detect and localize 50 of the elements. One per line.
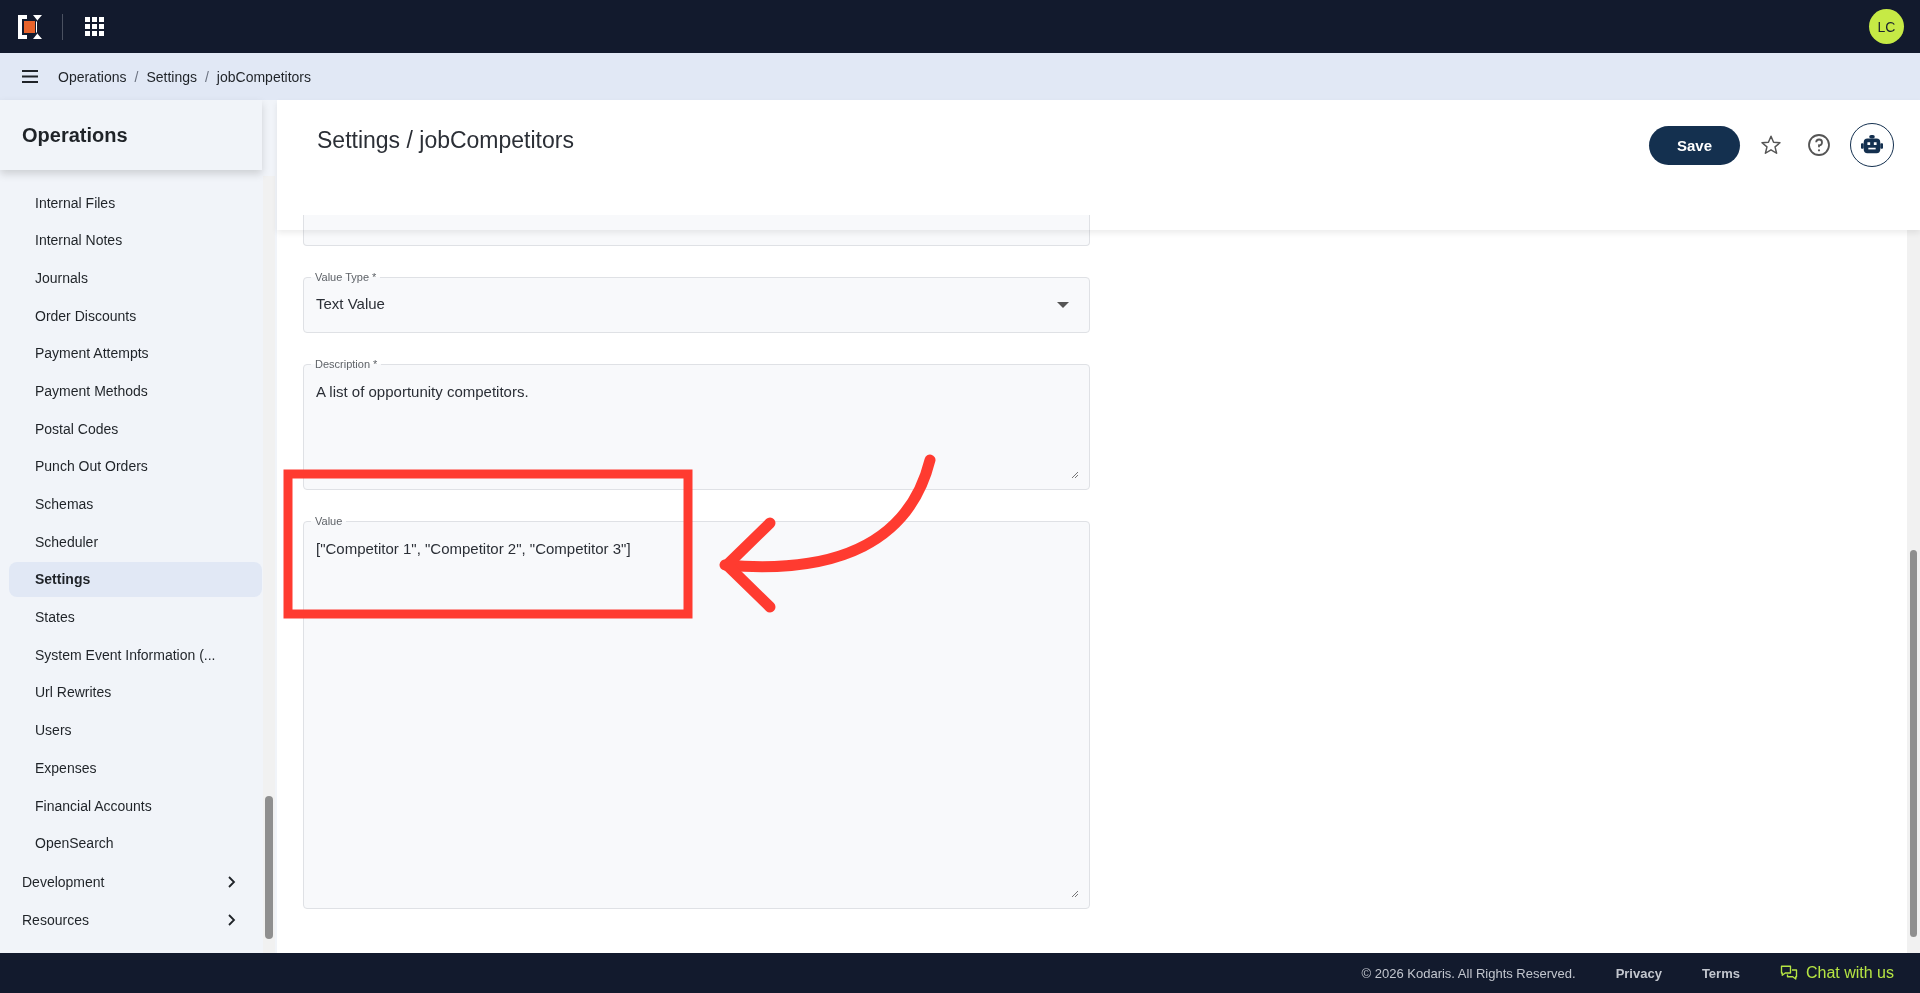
sidebar-item[interactable]: OpenSearch	[9, 825, 262, 861]
field-value: Text Value	[316, 295, 386, 312]
sidebar-item[interactable]: States	[9, 599, 262, 635]
scrollbar[interactable]	[1907, 230, 1920, 953]
breadcrumb-link[interactable]: Operations	[58, 68, 127, 85]
breadcrumb-link[interactable]: Settings	[146, 68, 197, 85]
sidebar-item[interactable]: Internal Notes	[9, 222, 262, 258]
chevron-icon	[226, 875, 236, 890]
page-title: Settings / jobCompetitors	[317, 126, 574, 155]
menu-icon[interactable]	[22, 70, 38, 83]
dropdown-caret-icon	[1057, 302, 1069, 308]
chat-link[interactable]: Chat with us	[1779, 964, 1894, 982]
sidebar-item[interactable]: Settings	[9, 561, 262, 597]
sidebar-item[interactable]: Url Rewrites	[9, 674, 262, 710]
logo-icon[interactable]	[18, 14, 42, 39]
sidebar-item[interactable]: Payment Methods	[9, 373, 262, 409]
sidebar-item[interactable]: Order Discounts	[9, 298, 262, 334]
form-field[interactable]	[303, 215, 1090, 246]
breadcrumb-link[interactable]: jobCompetitors	[216, 68, 311, 85]
field-value: ["Competitor 1", "Competitor 2", "Competitor 3"]	[316, 540, 632, 557]
resize-grip-icon	[1071, 890, 1079, 898]
robot-icon	[1861, 134, 1883, 156]
chat-bubbles-icon	[1779, 964, 1798, 982]
sidebar-section[interactable]: Development	[0, 863, 262, 902]
sidebar-item[interactable]: Financial Accounts	[9, 788, 262, 823]
sidebar-item[interactable]: Punch Out Orders	[9, 448, 262, 484]
sidebar-item[interactable]: Journals	[9, 260, 262, 296]
sidebar-item[interactable]: Expenses	[9, 750, 262, 786]
breadcrumb-separator: /	[204, 68, 209, 85]
sidebar-item[interactable]: Payment Attempts	[9, 335, 262, 371]
footer-link[interactable]: Privacy	[1615, 965, 1662, 981]
sidebar-title: Operations	[0, 100, 262, 170]
sidebar-section[interactable]: Resources	[0, 901, 262, 940]
field-value: A list of opportunity competitors.	[316, 383, 530, 400]
resize-grip-icon	[1071, 471, 1079, 479]
sidebar-item[interactable]: Internal Files	[9, 185, 262, 220]
apps-grid-icon[interactable]	[85, 17, 104, 36]
sidebar-item[interactable]: Users	[9, 712, 262, 748]
sidebar-item[interactable]: System Event Information (...	[9, 637, 262, 673]
sidebar-item[interactable]: Schemas	[9, 486, 262, 522]
chevron-icon	[226, 913, 236, 928]
copyright-text: © 2026 Kodaris. All Rights Reserved.	[1361, 965, 1576, 981]
assistant-bot-button[interactable]	[1850, 123, 1894, 167]
sidebar-item[interactable]: Postal Codes	[9, 411, 262, 447]
breadcrumb-separator: /	[134, 68, 139, 85]
scrollbar[interactable]	[263, 176, 275, 953]
save-button[interactable]: Save	[1649, 125, 1740, 165]
user-avatar[interactable]: LC	[1869, 9, 1904, 44]
sidebar-item[interactable]: Scheduler	[9, 524, 262, 560]
footer-link[interactable]: Terms	[1701, 965, 1740, 981]
